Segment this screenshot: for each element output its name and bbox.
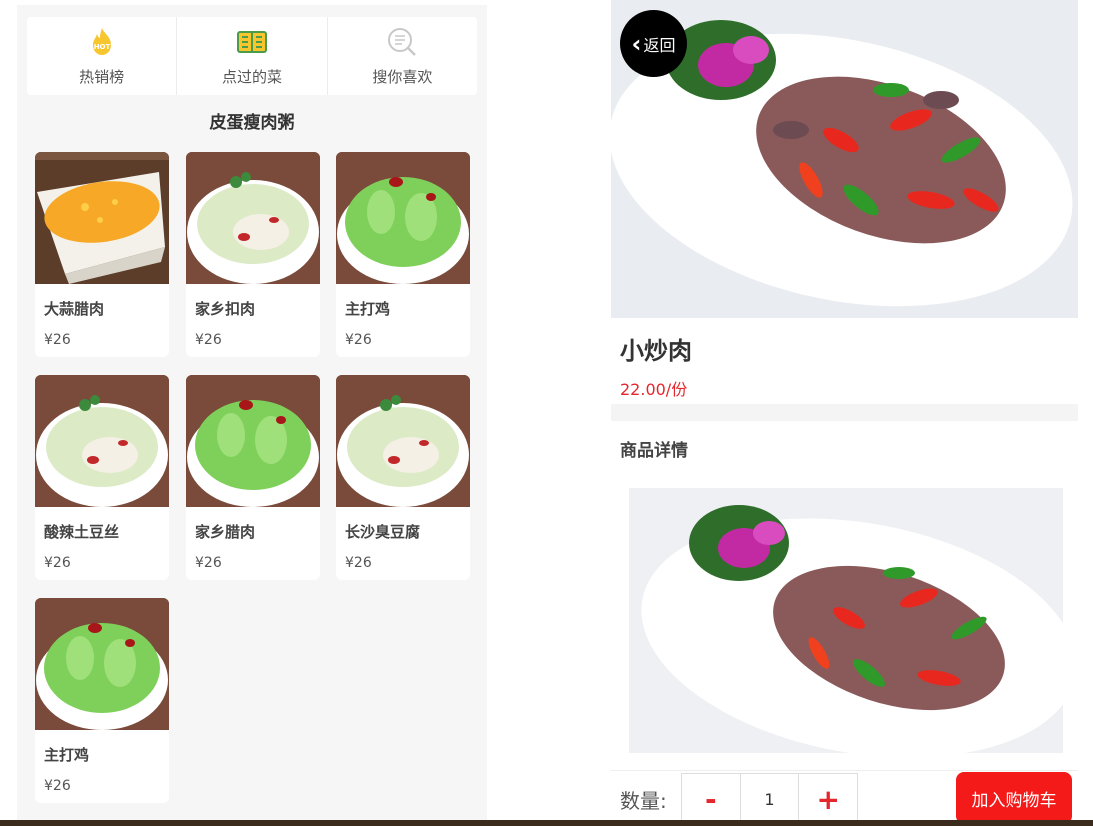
dish-price: ¥26 — [345, 555, 372, 571]
dish-price: ¥26 — [345, 332, 372, 348]
tab-label: 点过的菜 — [221, 67, 282, 86]
product-price: 22.00/份 — [620, 380, 688, 399]
dish-image — [186, 152, 320, 284]
add-to-cart-button[interactable]: 加入购物车 — [956, 772, 1072, 824]
dish-name: 酸辣土豆丝 — [44, 523, 120, 541]
tab-search-favorites[interactable]: 搜你喜欢 — [328, 17, 477, 95]
back-label: 返回 — [643, 35, 676, 55]
dish-image — [35, 375, 169, 507]
svg-text:HOT: HOT — [93, 43, 110, 51]
tab-label: 搜你喜欢 — [372, 67, 433, 86]
dish-image — [186, 375, 320, 507]
dish-image — [35, 152, 169, 284]
book-icon — [236, 26, 268, 58]
dish-price: ¥26 — [195, 332, 222, 348]
dish-name: 主打鸡 — [44, 746, 90, 764]
dish-name: 家乡扣肉 — [195, 300, 256, 318]
product-name: 小炒肉 — [620, 337, 692, 365]
search-list-icon — [386, 26, 418, 58]
section-title: 皮蛋瘦肉粥 — [209, 113, 295, 133]
cart-bar: 数量: - 1 + 加入购物车 — [611, 770, 1078, 826]
dish-image — [336, 152, 470, 284]
dish-card[interactable]: 长沙臭豆腐 ¥26 — [336, 375, 470, 580]
category-tabs: HOT 热销榜 点过的菜 搜你喜欢 — [27, 17, 477, 95]
dish-card[interactable]: 主打鸡 ¥26 — [336, 152, 470, 357]
dish-price: ¥26 — [44, 778, 71, 794]
dish-card[interactable]: 酸辣土豆丝 ¥26 — [35, 375, 169, 580]
menu-panel: HOT 热销榜 点过的菜 搜你喜欢 皮蛋瘦肉粥 大蒜腊肉 ¥26 家乡扣肉 ¥2… — [17, 5, 487, 820]
dish-card[interactable]: 家乡扣肉 ¥26 — [186, 152, 320, 357]
product-hero-image: ‹ 返回 — [611, 0, 1078, 318]
increase-button[interactable]: + — [799, 774, 857, 824]
decrease-button[interactable]: - — [682, 774, 741, 824]
section-divider — [611, 404, 1078, 421]
dish-image — [35, 598, 169, 730]
dish-card[interactable]: 大蒜腊肉 ¥26 — [35, 152, 169, 357]
tab-label: 热销榜 — [79, 67, 125, 86]
dish-price: ¥26 — [44, 332, 71, 348]
tab-hot-sales[interactable]: HOT 热销榜 — [27, 17, 178, 95]
product-detail-image — [629, 488, 1063, 753]
details-title: 商品详情 — [620, 441, 688, 461]
quantity-stepper: - 1 + — [681, 773, 858, 825]
dish-price: ¥26 — [44, 555, 71, 571]
dish-price: ¥26 — [195, 555, 222, 571]
quantity-value[interactable]: 1 — [741, 774, 800, 824]
dish-name: 大蒜腊肉 — [44, 300, 105, 318]
dish-name: 家乡腊肉 — [195, 523, 256, 541]
quantity-label: 数量: — [620, 789, 667, 813]
hot-flame-icon: HOT — [86, 26, 118, 58]
product-detail-panel: ‹ 返回 小炒肉 22.00/份 商品详情 数量: - 1 + 加入购物车 — [611, 0, 1078, 826]
tab-ordered-dishes[interactable]: 点过的菜 — [177, 17, 328, 95]
dish-card[interactable]: 家乡腊肉 ¥26 — [186, 375, 320, 580]
chevron-left-icon: ‹ — [631, 29, 642, 58]
dish-name: 主打鸡 — [345, 300, 391, 318]
dish-card[interactable]: 主打鸡 ¥26 — [35, 598, 169, 803]
back-button[interactable]: ‹ 返回 — [620, 10, 687, 77]
bottom-strip — [0, 820, 1093, 826]
dish-name: 长沙臭豆腐 — [345, 523, 421, 541]
dish-image — [336, 375, 470, 507]
